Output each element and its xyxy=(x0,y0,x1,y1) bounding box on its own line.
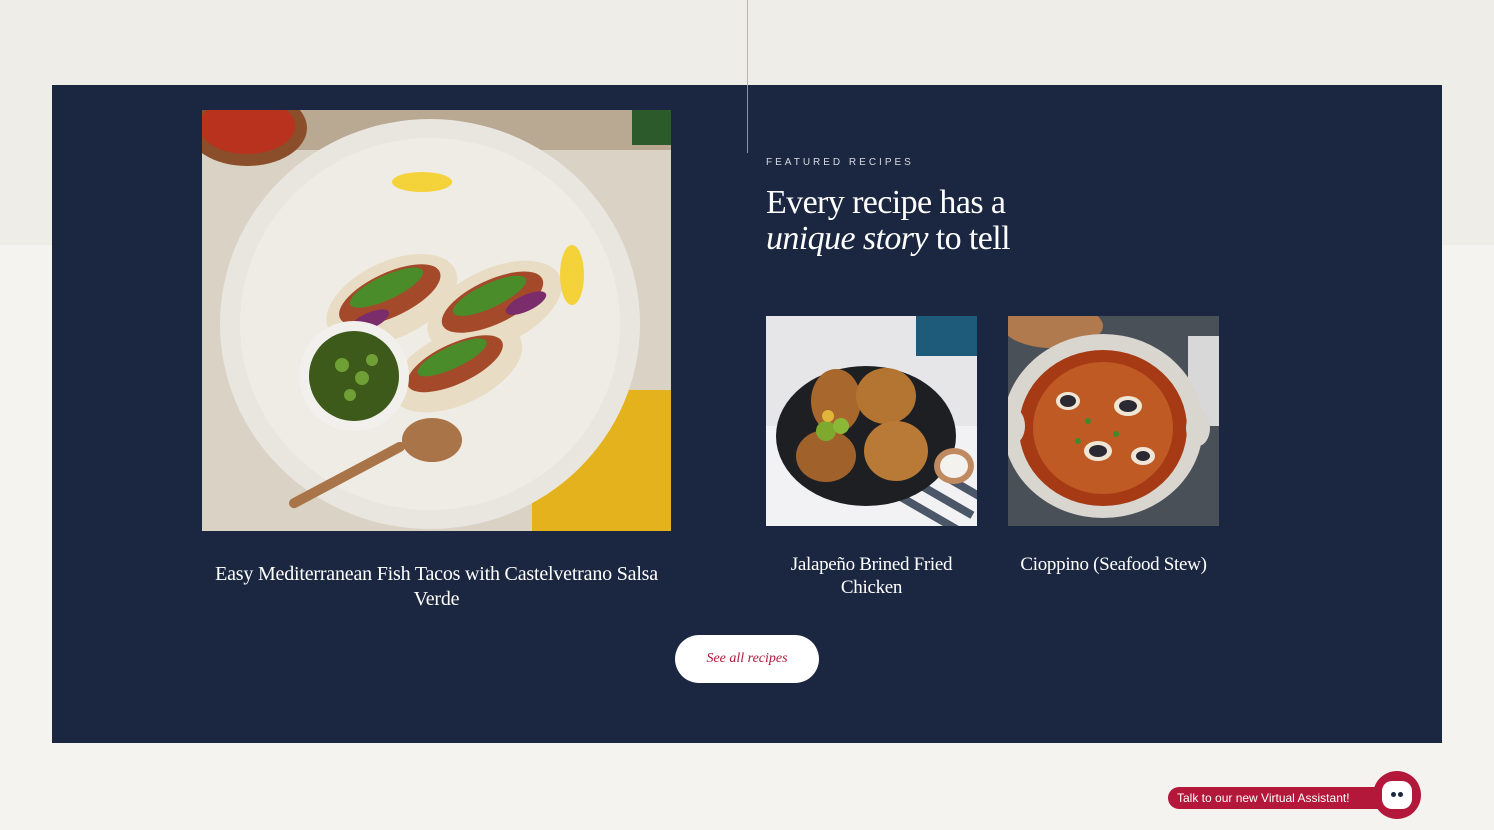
see-all-recipes-button[interactable]: See all recipes xyxy=(675,635,819,683)
cioppino-photo xyxy=(1008,316,1219,526)
featured-recipes-section: Easy Mediterranean Fish Tacos with Caste… xyxy=(52,85,1442,743)
virtual-assistant-label[interactable]: Talk to our new Virtual Assistant! xyxy=(1168,787,1388,809)
chat-bot-eye-left xyxy=(1391,792,1396,797)
section-headline: Every recipe has a unique story to tell xyxy=(766,184,1011,257)
fish-tacos-photo xyxy=(202,110,671,531)
recipe-card-image-chicken[interactable] xyxy=(766,316,977,526)
headline-rest: to tell xyxy=(927,220,1011,257)
recipe-card-title-chicken[interactable]: Jalapeño Brined Fried Chicken xyxy=(766,553,977,599)
page: Easy Mediterranean Fish Tacos with Caste… xyxy=(0,0,1494,830)
chat-bot-face xyxy=(1382,781,1412,809)
fried-chicken-photo xyxy=(766,316,977,526)
recipe-card-title-stew[interactable]: Cioppino (Seafood Stew) xyxy=(1008,553,1219,576)
recipe-card-image-stew[interactable] xyxy=(1008,316,1219,526)
featured-recipe-image[interactable] xyxy=(202,110,671,531)
chat-bot-eye-right xyxy=(1398,792,1403,797)
section-eyebrow: FEATURED RECIPES xyxy=(766,157,914,168)
headline-italic: unique story xyxy=(766,220,928,257)
divider-line-inner xyxy=(747,85,748,153)
featured-recipe-title[interactable]: Easy Mediterranean Fish Tacos with Caste… xyxy=(202,562,671,612)
headline-line1: Every recipe has a xyxy=(766,184,1006,221)
chat-bot-icon[interactable] xyxy=(1373,771,1421,819)
